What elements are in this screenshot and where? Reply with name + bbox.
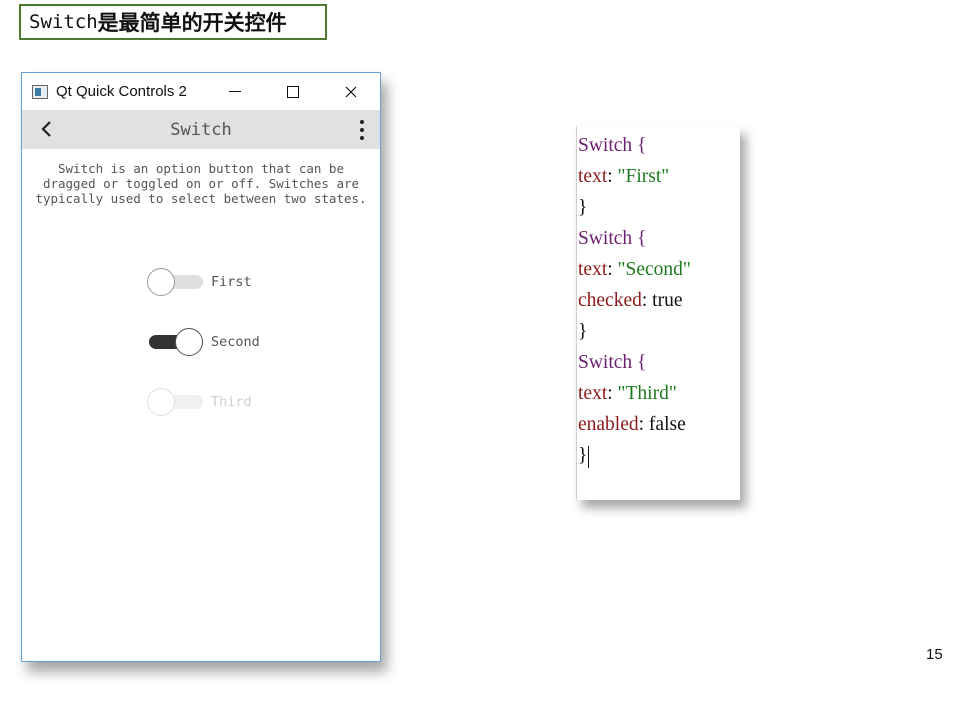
code-token: text [578, 166, 608, 187]
code-line: checked: true [578, 285, 682, 316]
back-button[interactable] [36, 118, 56, 140]
text-caret [588, 445, 590, 468]
code-token: { [632, 228, 647, 249]
switch-second-label: Second [211, 334, 260, 350]
code-token: text [578, 259, 608, 280]
code-token: "Second" [617, 259, 691, 280]
switch-third: Third [147, 388, 252, 416]
window-title: Qt Quick Controls 2 [56, 83, 187, 100]
code-token: } [578, 321, 588, 342]
code-line: text: "Third" [578, 378, 677, 409]
code-token: Switch [578, 228, 633, 249]
code-token: Switch [578, 352, 633, 373]
app-toolbar: Switch [22, 110, 380, 149]
code-token: "Third" [617, 383, 677, 404]
switch-first-label: First [211, 274, 252, 290]
code-line: } [578, 316, 587, 347]
switch-second[interactable]: Second [147, 328, 260, 356]
code-token: Switch [578, 135, 633, 156]
chevron-left-icon [41, 121, 51, 137]
code-token: { [632, 135, 647, 156]
code-token: checked [578, 290, 642, 311]
code-line: } [578, 192, 587, 223]
window-titlebar[interactable]: Qt Quick Controls 2 [22, 73, 380, 110]
code-line: text: "Second" [578, 254, 691, 285]
maximize-button[interactable] [264, 73, 322, 110]
code-token: : true [641, 290, 683, 311]
code-token: "First" [617, 166, 670, 187]
switch-third-label: Third [211, 394, 252, 410]
code-line: Switch { [578, 223, 646, 254]
switch-first[interactable]: First [147, 268, 252, 296]
code-token: { [632, 352, 647, 373]
switch-second-toggle[interactable] [147, 328, 205, 356]
code-token: } [578, 197, 588, 218]
code-token: : [607, 259, 618, 280]
code-line: Switch { [578, 347, 646, 378]
app-window: Qt Quick Controls 2 Switch Switch is an … [21, 72, 381, 662]
code-token: : [607, 383, 618, 404]
minimize-icon [229, 91, 241, 92]
code-token: enabled [578, 414, 639, 435]
switch-third-toggle [147, 388, 205, 416]
more-vertical-icon[interactable] [358, 120, 366, 140]
code-token: : false [638, 414, 686, 435]
code-token: } [578, 445, 588, 466]
minimize-button[interactable] [206, 73, 264, 110]
code-line: text: "First" [578, 161, 669, 192]
code-line: Switch { [578, 130, 646, 161]
switch-description: Switch is an option button that can be d… [35, 161, 367, 206]
slide-title-text: 是最简单的开关控件 [97, 11, 287, 35]
close-icon [345, 86, 357, 97]
slide-title-keyword: Switch [29, 11, 98, 33]
switch-first-toggle[interactable] [147, 268, 205, 296]
code-panel[interactable]: Switch {text: "First"} Switch {text: "Sec… [576, 126, 740, 500]
code-token: : [607, 166, 618, 187]
page-number: 15 [926, 646, 943, 663]
slide-title: Switch 是最简单的开关控件 [19, 4, 327, 40]
code-line: enabled: false [578, 409, 686, 440]
close-button[interactable] [322, 73, 380, 110]
qt-app-icon [32, 84, 48, 99]
code-line: } [578, 440, 590, 471]
code-token: text [578, 383, 608, 404]
maximize-icon [287, 85, 299, 98]
toolbar-title: Switch [170, 119, 232, 140]
